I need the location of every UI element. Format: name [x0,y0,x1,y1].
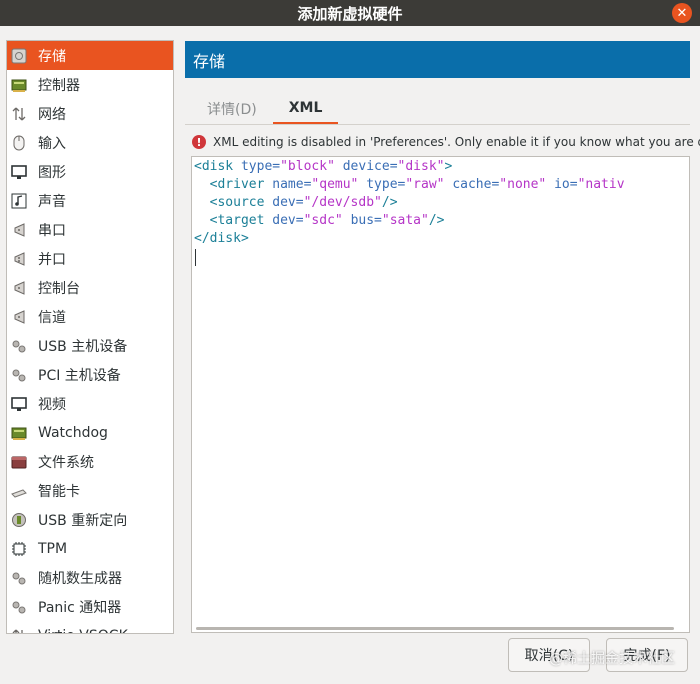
sidebar-item-15[interactable]: 智能卡 [7,476,173,505]
sidebar-item-10[interactable]: USB 主机设备 [7,331,173,360]
sidebar-item-6[interactable]: 串口 [7,215,173,244]
sidebar-item-16[interactable]: USB 重新定向 [7,505,173,534]
sidebar-item-label: Watchdog [38,424,108,441]
disk-icon [10,47,28,65]
tab-details[interactable]: 详情(D) [191,94,273,124]
channel-icon [10,308,28,326]
finish-button[interactable]: 完成(F) [606,638,688,672]
sidebar-item-label: USB 主机设备 [38,338,128,355]
sidebar-item-20[interactable]: Virtio VSOCK [7,621,173,634]
sidebar-item-label: 信道 [38,309,66,326]
xml-line-2: <driver name="qemu" type="raw" cache="no… [209,177,625,192]
sidebar-item-9[interactable]: 信道 [7,302,173,331]
close-button[interactable]: ✕ [672,3,692,23]
sidebar-item-label: USB 重新定向 [38,512,128,529]
sidebar-item-13[interactable]: Watchdog [7,418,173,447]
sidebar-item-label: 输入 [38,135,66,152]
sidebar-item-18[interactable]: 随机数生成器 [7,563,173,592]
sidebar-item-5[interactable]: 声音 [7,186,173,215]
usb-redirect-icon [10,511,28,529]
sidebar-item-11[interactable]: PCI 主机设备 [7,360,173,389]
sidebar-item-19[interactable]: Panic 通知器 [7,592,173,621]
xml-editor[interactable]: <disk type="block" device="disk"> <drive… [191,156,690,633]
serial-port-icon [10,221,28,239]
video-icon [10,395,28,413]
sidebar-item-3[interactable]: 输入 [7,128,173,157]
sidebar-item-label: 并口 [38,251,66,268]
filesystem-icon [10,453,28,471]
smartcard-icon [10,482,28,500]
sidebar-item-0[interactable]: 存储 [7,41,173,70]
sidebar-item-label: TPM [38,540,68,557]
error-icon: ! [192,135,206,149]
sidebar-item-label: 存储 [38,48,66,65]
sidebar-item-label: 网络 [38,106,66,123]
panic-icon [10,598,28,616]
monitor-icon [10,163,28,181]
sidebar-item-7[interactable]: 并口 [7,244,173,273]
sidebar-item-label: 文件系统 [38,454,94,471]
xml-line-5: </disk> [194,231,249,246]
cancel-button[interactable]: 取消(C) [508,638,590,672]
sidebar-item-label: 智能卡 [38,483,80,500]
page-title: 存储 [193,51,226,71]
tpm-icon [10,540,28,558]
window-title: 添加新虚拟硬件 [297,4,403,23]
sidebar-item-label: PCI 主机设备 [38,367,121,384]
usb-host-icon [10,337,28,355]
xml-warning: ! XML editing is disabled in 'Preference… [192,133,700,151]
sidebar-item-4[interactable]: 图形 [7,157,173,186]
page-header: 存储 [185,41,690,78]
xml-code: <disk type="block" device="disk"> <drive… [192,157,689,266]
parallel-port-icon [10,250,28,268]
mouse-icon [10,134,28,152]
controller-icon [10,76,28,94]
sidebar-item-17[interactable]: TPM [7,534,173,563]
sound-icon [10,192,28,210]
xml-line-4: <target dev="sdc" bus="sata"/> [209,213,445,228]
sidebar-item-label: 声音 [38,193,66,210]
sidebar-item-label: 视频 [38,396,66,413]
sidebar-item-label: 图形 [38,164,66,181]
sidebar-item-12[interactable]: 视频 [7,389,173,418]
warning-text: XML editing is disabled in 'Preferences'… [213,135,700,149]
sidebar-item-label: Virtio VSOCK [38,628,128,634]
vsock-icon [10,627,28,633]
title-bar: 添加新虚拟硬件 ✕ [0,0,700,26]
tab-bar: 详情(D) XML [191,94,339,124]
sidebar-item-label: 串口 [38,222,66,239]
sidebar-item-2[interactable]: 网络 [7,99,173,128]
sidebar-item-label: 随机数生成器 [38,570,122,587]
horizontal-scrollbar[interactable] [196,627,674,630]
watchdog-icon [10,424,28,442]
sidebar-item-label: 控制器 [38,77,80,94]
sidebar-item-8[interactable]: 控制台 [7,273,173,302]
sidebar-item-1[interactable]: 控制器 [7,70,173,99]
text-cursor [195,249,196,266]
pci-host-icon [10,366,28,384]
tab-xml[interactable]: XML [272,94,339,124]
xml-line-3: <source dev="/dev/sdb"/> [209,195,398,210]
tab-divider [185,124,690,125]
xml-line-1: <disk type="block" device="disk"> [194,159,453,174]
sidebar-item-14[interactable]: 文件系统 [7,447,173,476]
hardware-type-list[interactable]: 存储控制器网络输入图形声音串口并口控制台信道 USB 主机设备 PCI 主机设备 视频… [6,40,174,634]
network-icon [10,105,28,123]
sidebar-item-label: 控制台 [38,280,80,297]
rng-icon [10,569,28,587]
console-icon [10,279,28,297]
close-icon: ✕ [676,5,688,21]
sidebar-item-label: Panic 通知器 [38,599,122,616]
